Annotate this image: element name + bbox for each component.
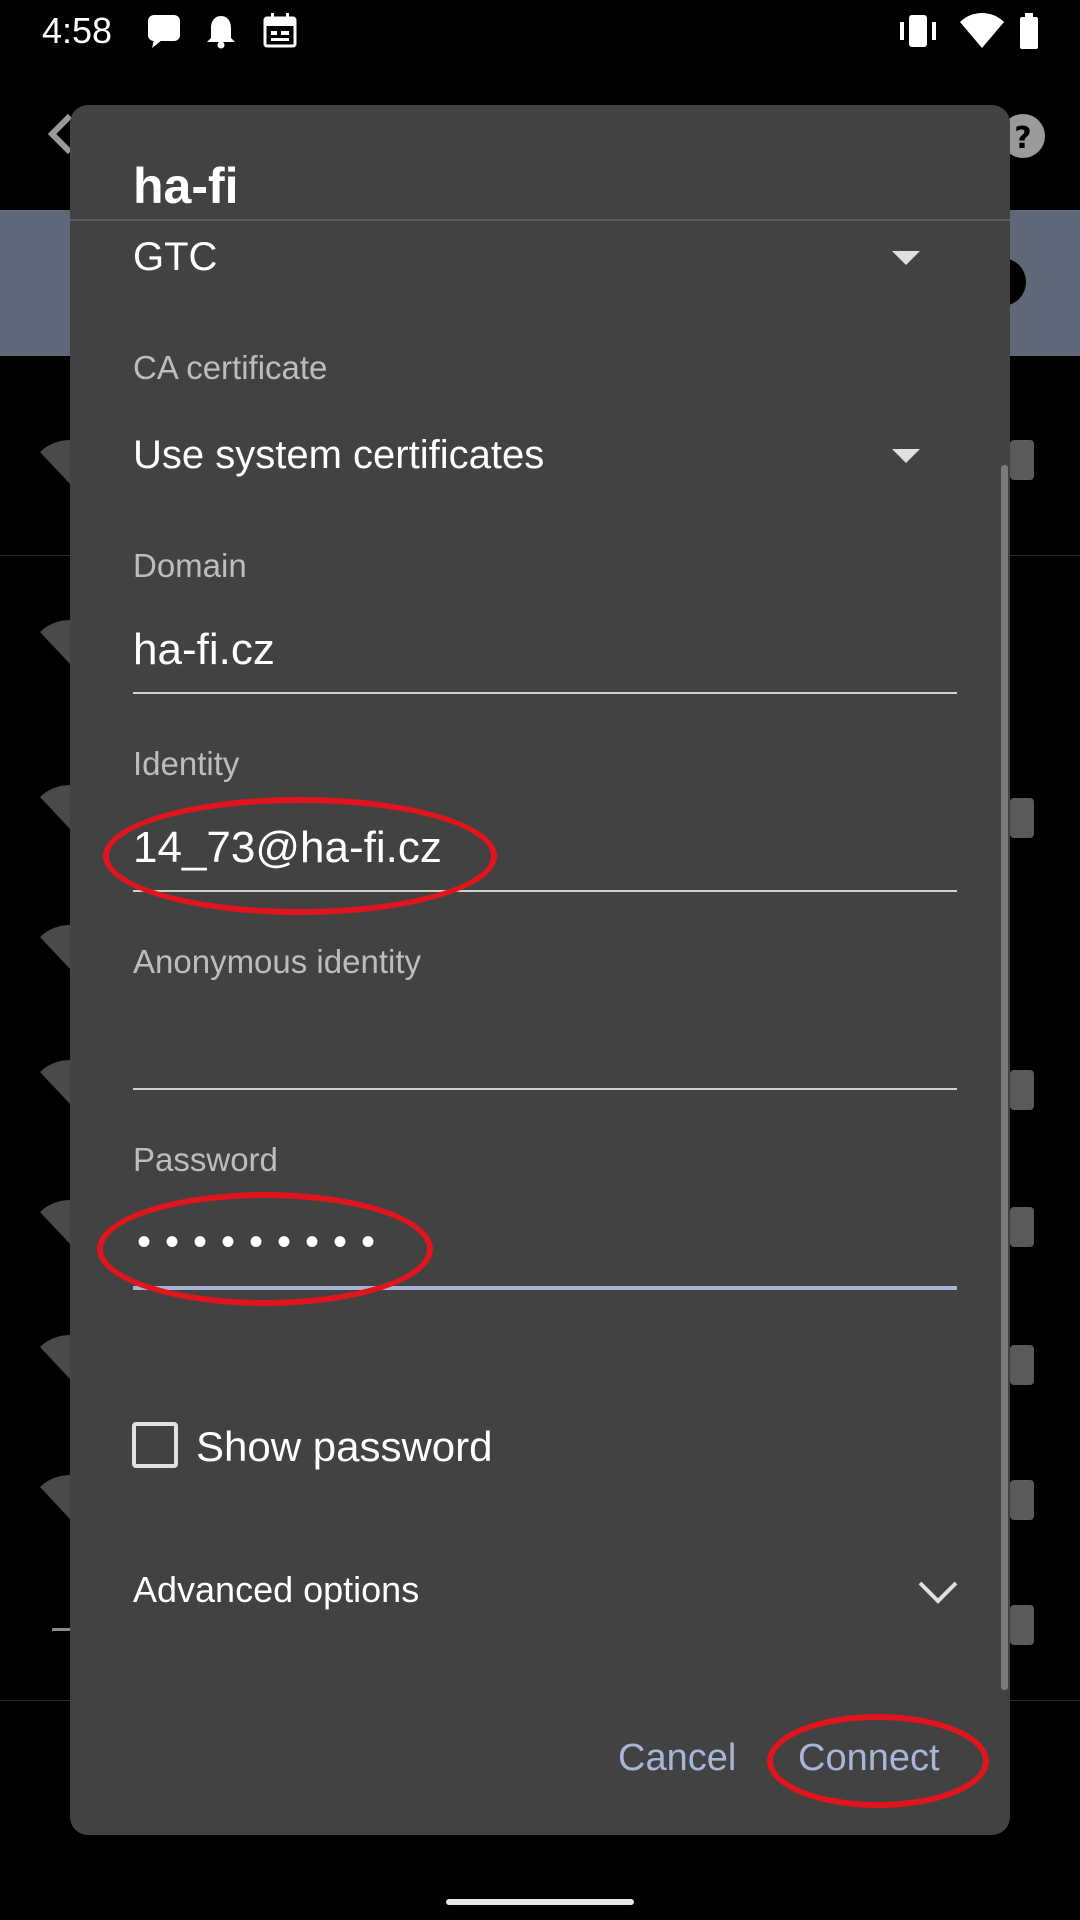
settings-gear-icon <box>1010 1605 1034 1645</box>
identity-field[interactable] <box>133 823 933 873</box>
svg-text:?: ? <box>1014 121 1031 156</box>
connect-button[interactable]: Connect <box>798 1737 940 1780</box>
settings-gear-icon <box>1010 798 1034 838</box>
domain-field[interactable] <box>133 625 933 675</box>
settings-gear-icon <box>1010 1207 1034 1247</box>
password-underline <box>133 1286 957 1290</box>
domain-underline <box>133 692 957 694</box>
dropdown-arrow-icon <box>892 449 920 463</box>
ca-certificate-label: CA certificate <box>133 349 328 386</box>
advanced-options-label: Advanced options <box>133 1569 420 1610</box>
identity-underline <box>133 890 957 892</box>
anonymous-identity-label: Anonymous identity <box>133 943 421 980</box>
dropdown-arrow-icon <box>892 251 920 265</box>
title-divider <box>70 219 1010 221</box>
calendar-icon <box>263 13 297 48</box>
settings-gear-icon <box>1010 1345 1034 1385</box>
battery-icon <box>1020 13 1038 49</box>
settings-gear-icon <box>1010 440 1034 480</box>
scrollbar[interactable] <box>1001 465 1008 1690</box>
status-time: 4:58 <box>42 10 113 51</box>
password-label: Password <box>133 1141 278 1178</box>
cancel-button[interactable]: Cancel <box>618 1737 736 1780</box>
phase2-value: GTC <box>133 235 218 279</box>
notification-bell-icon <box>207 16 235 49</box>
settings-gear-icon <box>1010 1070 1034 1110</box>
password-value: ••••••••• <box>137 1220 390 1264</box>
identity-label: Identity <box>133 745 240 782</box>
chevron-down-icon <box>918 1581 958 1604</box>
message-icon <box>148 15 180 48</box>
vibrate-icon <box>900 15 936 47</box>
gesture-nav-handle[interactable] <box>446 1899 634 1905</box>
ca-certificate-value: Use system certificates <box>133 433 545 477</box>
dialog-title: ha-fi <box>133 158 239 214</box>
settings-gear-icon <box>1010 1480 1034 1520</box>
show-password-label: Show password <box>196 1423 493 1470</box>
checkbox-box[interactable] <box>132 1422 178 1468</box>
anonymous-identity-underline <box>133 1088 957 1090</box>
anonymous-identity-field[interactable] <box>133 1021 933 1071</box>
domain-label: Domain <box>133 547 247 584</box>
wifi-icon <box>960 13 1004 48</box>
status-bar: 4:58 <box>0 0 1080 64</box>
wifi-config-dialog: ha-fi GTC CA certificate Use system cert… <box>70 105 1010 1835</box>
